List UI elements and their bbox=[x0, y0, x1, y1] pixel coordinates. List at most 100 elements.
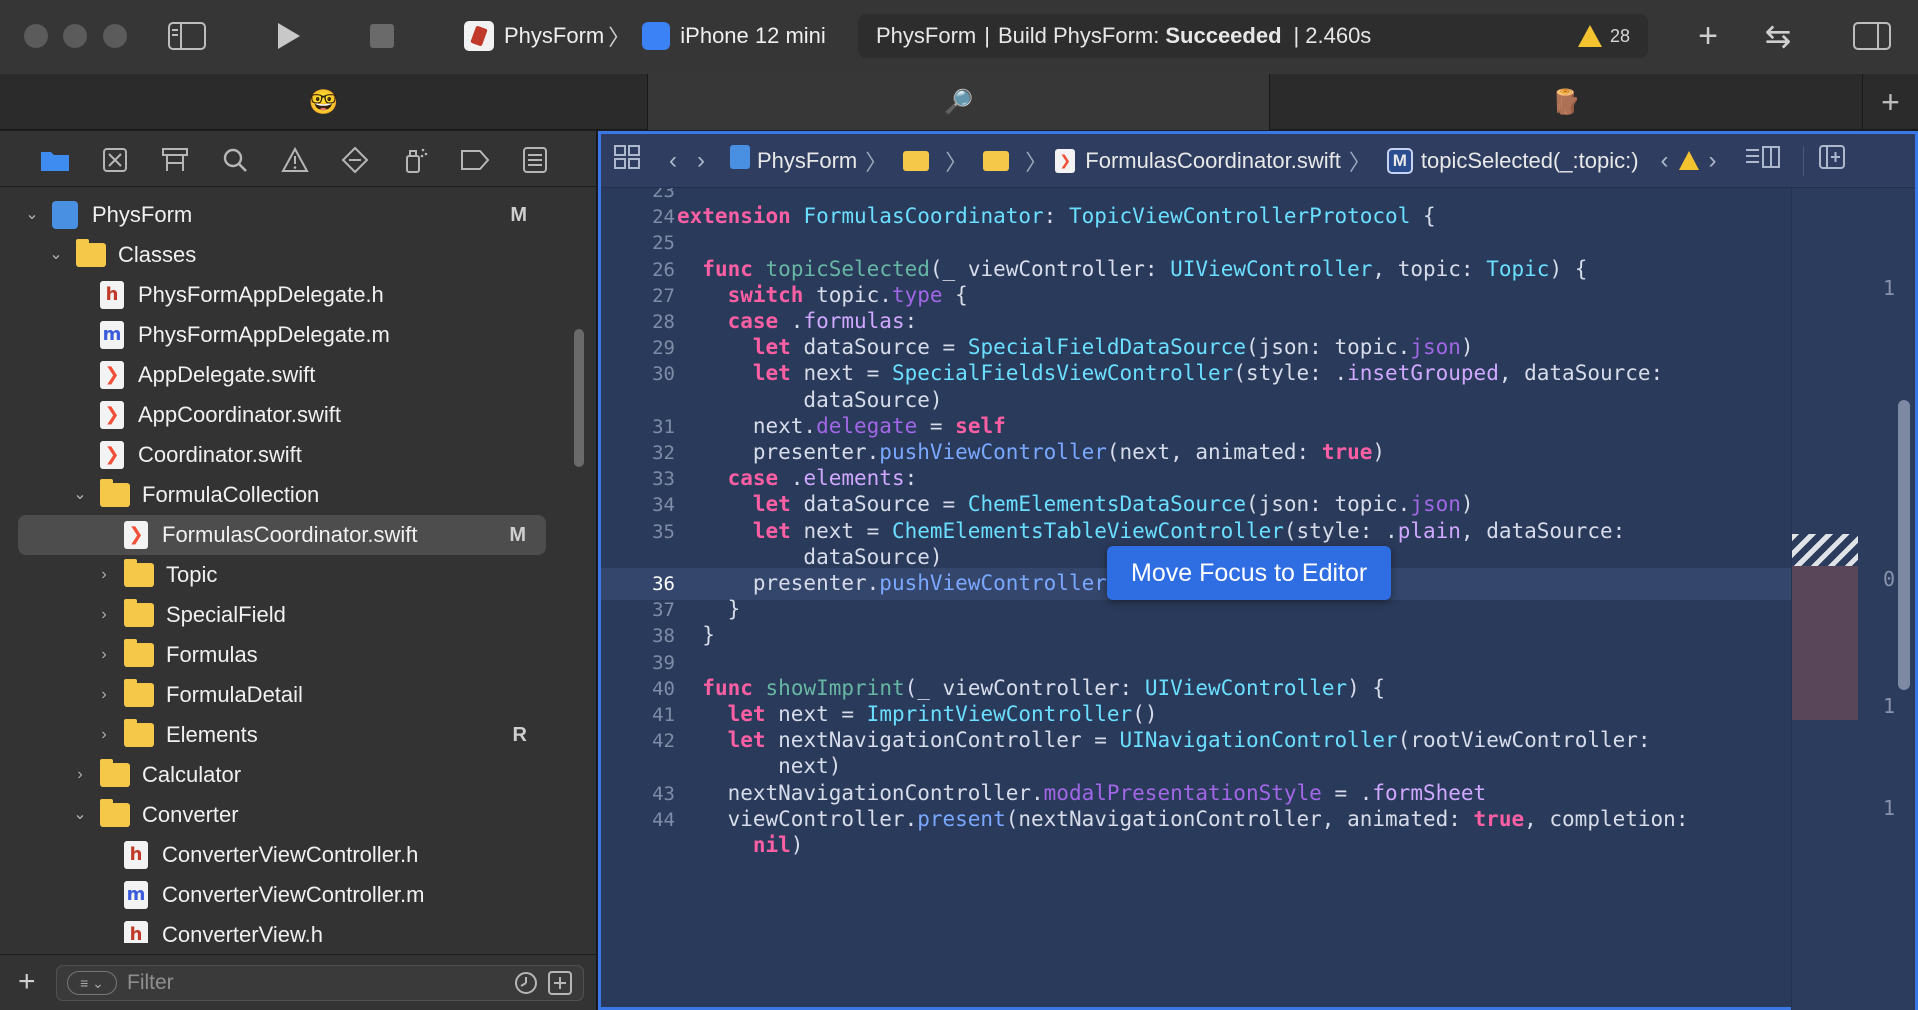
tree-item[interactable]: › FormulaDetail bbox=[0, 675, 597, 715]
code-line[interactable]: let next = ChemElementsTableViewControll… bbox=[677, 519, 1625, 543]
tree-item[interactable]: h ConverterView.h bbox=[0, 915, 597, 943]
code-line[interactable]: let dataSource = ChemElementsDataSource(… bbox=[677, 492, 1474, 516]
zoom-window-button[interactable] bbox=[103, 24, 127, 48]
line-number[interactable]: 30 bbox=[601, 363, 675, 385]
toggle-inspector-button[interactable] bbox=[1852, 18, 1892, 54]
split-editor-button[interactable] bbox=[1818, 144, 1846, 177]
tree-item[interactable]: ❯ Coordinator.swift bbox=[0, 435, 597, 475]
line-number[interactable]: 35 bbox=[601, 521, 675, 543]
tree-item[interactable]: ⌄ Converter bbox=[0, 795, 597, 835]
back-chevron-icon[interactable]: ‹ bbox=[669, 147, 677, 175]
toggle-navigator-button[interactable] bbox=[167, 18, 207, 54]
jump-bar-project[interactable]: PhysForm bbox=[757, 148, 857, 174]
scheme-selector[interactable]: PhysForm 〉 iPhone 12 mini bbox=[464, 16, 826, 56]
find-navigator-tab[interactable] bbox=[218, 143, 252, 177]
filter-field[interactable]: ≡ ⌄ Filter bbox=[56, 965, 584, 1001]
next-issue-icon[interactable]: › bbox=[1709, 147, 1717, 175]
jump-bar-file[interactable]: FormulasCoordinator.swift bbox=[1085, 148, 1341, 174]
tree-item[interactable]: ❯ AppDelegate.swift bbox=[0, 355, 597, 395]
tree-item[interactable]: m ConverterViewController.m bbox=[0, 875, 597, 915]
line-number[interactable]: 44 bbox=[601, 809, 675, 831]
line-number[interactable]: 36 bbox=[601, 573, 675, 595]
tree-item[interactable]: m PhysFormAppDelegate.m bbox=[0, 315, 597, 355]
tab-2[interactable]: 🔎 bbox=[648, 74, 1269, 130]
line-number[interactable]: 40 bbox=[601, 678, 675, 700]
code-line[interactable]: func showImprint(_ viewController: UIVie… bbox=[677, 676, 1385, 700]
chevron-right-icon[interactable]: › bbox=[72, 767, 88, 783]
source-control-navigator-tab[interactable] bbox=[98, 143, 132, 177]
warning-count[interactable]: 28 bbox=[1610, 26, 1630, 47]
focus-tooltip[interactable]: Move Focus to Editor bbox=[1107, 546, 1392, 600]
line-number[interactable]: 33 bbox=[601, 468, 675, 490]
scm-filter-icon[interactable] bbox=[547, 970, 573, 996]
tree-item[interactable]: h PhysFormAppDelegate.h bbox=[0, 275, 597, 315]
breakpoint-navigator-tab[interactable] bbox=[458, 143, 492, 177]
new-tab-button[interactable]: + bbox=[1863, 74, 1918, 130]
tree-item[interactable]: › Formulas bbox=[0, 635, 597, 675]
code-line[interactable]: nextNavigationController.modalPresentati… bbox=[677, 781, 1487, 805]
line-number[interactable]: 41 bbox=[601, 704, 675, 726]
tree-item[interactable]: › Topic bbox=[0, 555, 597, 595]
add-file-button[interactable]: + bbox=[18, 965, 36, 999]
issue-navigator-tab[interactable] bbox=[278, 143, 312, 177]
run-button[interactable] bbox=[268, 18, 308, 54]
code-line[interactable]: func topicSelected(_ viewController: UIV… bbox=[677, 257, 1587, 281]
chevron-right-icon[interactable]: › bbox=[96, 567, 112, 583]
chevron-down-icon[interactable]: ⌄ bbox=[72, 487, 88, 503]
line-number[interactable]: 25 bbox=[601, 232, 675, 254]
tree-item[interactable]: › Elements R bbox=[0, 715, 597, 755]
line-number[interactable]: 24 bbox=[601, 206, 675, 228]
code-line[interactable]: } bbox=[677, 597, 741, 621]
chevron-right-icon[interactable]: › bbox=[96, 607, 112, 623]
code-line[interactable]: nil) bbox=[677, 833, 804, 857]
line-number[interactable]: 38 bbox=[601, 625, 675, 647]
warning-icon[interactable] bbox=[1678, 151, 1699, 170]
line-number[interactable]: 43 bbox=[601, 783, 675, 805]
chevron-right-icon[interactable]: › bbox=[96, 647, 112, 663]
tree-item[interactable]: h ConverterViewController.h bbox=[0, 835, 597, 875]
editor-scrollbar[interactable] bbox=[1898, 400, 1910, 690]
tree-item[interactable]: › SpecialField bbox=[0, 595, 597, 635]
chevron-down-icon[interactable]: ⌄ bbox=[24, 207, 40, 223]
code-line[interactable]: let nextNavigationController = UINavigat… bbox=[677, 728, 1651, 752]
line-number[interactable]: 42 bbox=[601, 730, 675, 752]
code-line[interactable]: next) bbox=[677, 754, 841, 778]
code-line[interactable]: viewController.present(nextNavigationCon… bbox=[677, 807, 1689, 831]
code-line[interactable]: switch topic.type { bbox=[677, 283, 968, 307]
line-number[interactable]: 28 bbox=[601, 311, 675, 333]
activity-status[interactable]: PhysForm | Build PhysForm: Succeeded | 2… bbox=[858, 14, 1648, 58]
folder-icon[interactable] bbox=[903, 150, 930, 171]
tab-1[interactable]: 🤓 bbox=[0, 74, 647, 130]
close-window-button[interactable] bbox=[24, 24, 48, 48]
code-line[interactable]: dataSource) bbox=[677, 545, 942, 569]
code-line[interactable]: let dataSource = SpecialFieldDataSource(… bbox=[677, 335, 1474, 359]
tree-item[interactable]: ⌄ PhysForm M bbox=[0, 195, 597, 235]
test-navigator-tab[interactable] bbox=[338, 143, 372, 177]
line-number[interactable]: 39 bbox=[601, 652, 675, 674]
code-line[interactable]: let next = ImprintViewController() bbox=[677, 702, 1158, 726]
warning-icon[interactable] bbox=[1577, 25, 1602, 47]
line-number[interactable]: 37 bbox=[601, 599, 675, 621]
code-line[interactable]: } bbox=[677, 623, 715, 647]
filter-options-icon[interactable]: ≡ ⌄ bbox=[67, 971, 117, 995]
forward-chevron-icon[interactable]: › bbox=[697, 147, 705, 175]
line-number[interactable]: 23 bbox=[601, 188, 675, 202]
editor-options-button[interactable] bbox=[1745, 145, 1781, 176]
code-line[interactable]: let next = SpecialFieldsViewController(s… bbox=[677, 361, 1663, 385]
minimize-window-button[interactable] bbox=[63, 24, 87, 48]
previous-issue-icon[interactable]: ‹ bbox=[1661, 147, 1669, 175]
symbol-navigator-tab[interactable] bbox=[158, 143, 192, 177]
folder-icon[interactable] bbox=[983, 150, 1010, 171]
line-number[interactable]: 27 bbox=[601, 285, 675, 307]
chevron-right-icon[interactable]: › bbox=[96, 727, 112, 743]
tree-item[interactable]: › Calculator bbox=[0, 755, 597, 795]
line-number[interactable]: 31 bbox=[601, 416, 675, 438]
tree-item[interactable]: ❯ AppCoordinator.swift bbox=[0, 395, 597, 435]
add-library-button[interactable]: + bbox=[1688, 17, 1728, 55]
code-review-button[interactable]: ⇆ bbox=[1758, 18, 1798, 54]
line-number[interactable]: 32 bbox=[601, 442, 675, 464]
navigator-scrollbar[interactable] bbox=[574, 329, 584, 467]
code-line[interactable]: case .formulas: bbox=[677, 309, 918, 333]
tree-item[interactable]: ⌄ FormulaCollection bbox=[0, 475, 597, 515]
chevron-down-icon[interactable]: ⌄ bbox=[48, 247, 64, 263]
